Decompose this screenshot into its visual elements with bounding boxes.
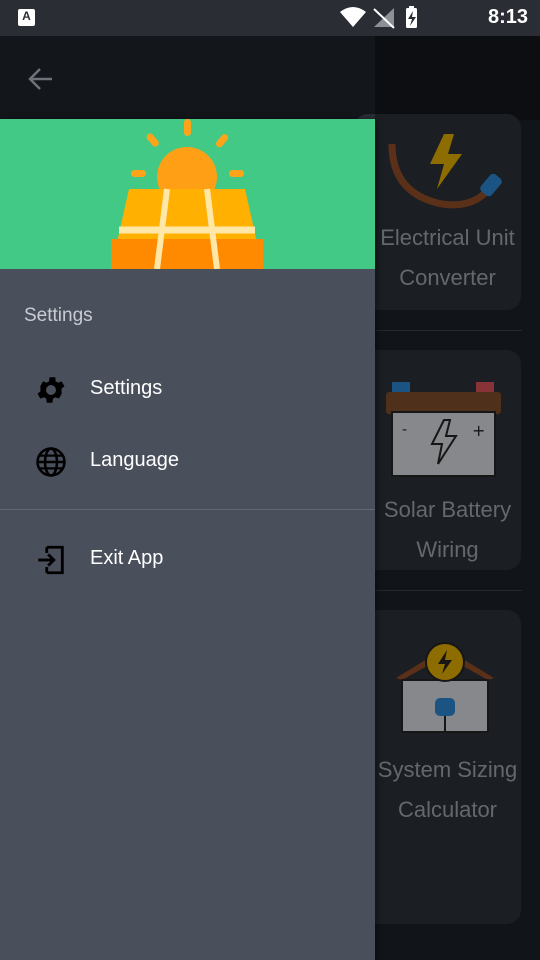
menu-item-label: Language [90,449,179,471]
drawer-scrim[interactable] [375,36,540,960]
menu-item-exit-app[interactable]: Exit App [0,528,375,590]
status-icons [340,6,460,35]
gear-icon [37,377,65,403]
menu-item-language[interactable]: Language [0,430,375,492]
clock: 8:13 [487,6,528,28]
app-notification-letter: A [22,9,31,23]
section-title-settings: Settings [24,305,93,326]
menu-item-settings[interactable]: Settings [0,358,375,420]
battery-charging-icon [406,6,417,28]
globe-icon [36,447,66,477]
solar-panel-sun-icon [111,119,263,269]
navigation-drawer: Settings Settings Language Exit App [0,119,375,960]
menu-item-label: Exit App [90,547,164,569]
no-signal-icon [373,8,395,29]
arrow-left-icon[interactable] [26,64,56,94]
drawer-header [0,119,375,269]
menu-item-label: Settings [90,377,163,399]
status-bar: A 8:13 [0,0,540,36]
wifi-icon [340,7,366,27]
drawer-divider [0,509,375,510]
app-notification-icon: A [18,9,35,26]
exit-icon [38,545,64,575]
